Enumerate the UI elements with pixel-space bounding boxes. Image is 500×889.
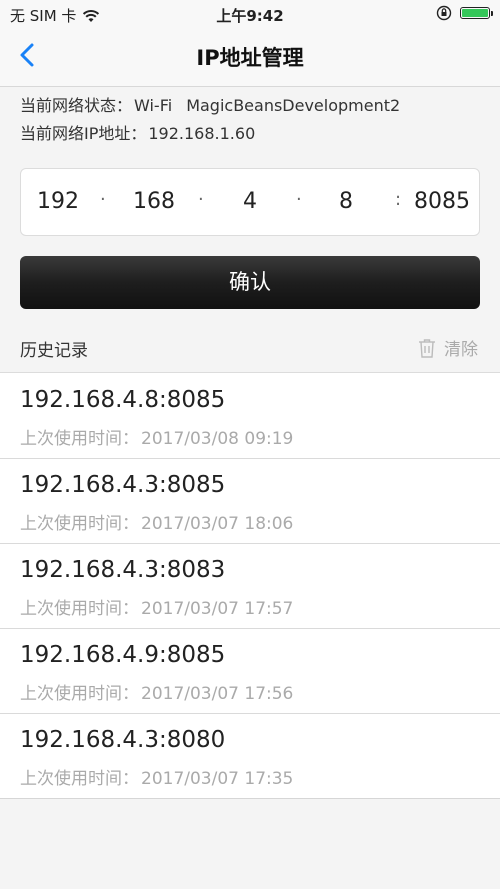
last-used-label: 上次使用时间： <box>20 684 139 704</box>
last-used-value: 2017/03/07 17:57 <box>141 599 294 619</box>
port-field[interactable]: 8085 <box>407 189 477 214</box>
battery-icon <box>460 7 493 19</box>
last-used-value: 2017/03/08 09:19 <box>141 429 294 449</box>
network-ip-row: 当前网络IP地址： 192.168.1.60 <box>20 120 400 148</box>
last-used-value: 2017/03/07 17:56 <box>141 684 294 704</box>
network-status-label: 当前网络状态： <box>20 96 133 115</box>
history-item[interactable]: 192.168.4.3:8080 上次使用时间： 2017/03/07 17:35 <box>0 713 500 798</box>
history-item-address: 192.168.4.3:8083 <box>20 557 226 583</box>
history-item-address: 192.168.4.3:8080 <box>20 727 226 753</box>
history-list: 192.168.4.8:8085 上次使用时间： 2017/03/08 09:19… <box>0 373 500 799</box>
network-ssid: MagicBeansDevelopment2 <box>186 96 401 115</box>
ip-separator: · <box>296 189 302 210</box>
history-item[interactable]: 192.168.4.3:8083 上次使用时间： 2017/03/07 17:57 <box>0 543 500 628</box>
history-item-time: 上次使用时间： 2017/03/07 17:57 <box>20 594 293 619</box>
battery-fill <box>462 9 488 17</box>
ip-octet-1-field[interactable]: 192 <box>23 189 93 214</box>
last-used-label: 上次使用时间： <box>20 514 139 534</box>
last-used-label: 上次使用时间： <box>20 599 139 619</box>
ip-octet-4-field[interactable]: 8 <box>311 189 381 214</box>
last-used-value: 2017/03/07 18:06 <box>141 514 294 534</box>
last-used-label: 上次使用时间： <box>20 769 139 789</box>
history-item-time: 上次使用时间： 2017/03/07 17:35 <box>20 764 293 789</box>
history-item[interactable]: 192.168.4.8:8085 上次使用时间： 2017/03/08 09:19 <box>0 373 500 458</box>
port-separator: : <box>395 189 402 210</box>
history-item-address: 192.168.4.9:8085 <box>20 642 226 668</box>
ip-octet-2-field[interactable]: 168 <box>119 189 189 214</box>
status-time: 上午9:42 <box>216 7 284 25</box>
trash-icon <box>419 338 435 358</box>
history-item[interactable]: 192.168.4.9:8085 上次使用时间： 2017/03/07 17:56 <box>0 628 500 713</box>
last-used-value: 2017/03/07 17:35 <box>141 769 294 789</box>
network-info: 当前网络状态： Wi-Fi MagicBeansDevelopment2 当前网络I… <box>20 92 400 148</box>
status-bar: 无 SIM 卡 上午9:42 <box>0 0 500 28</box>
ip-separator: · <box>198 189 204 210</box>
clear-history-button[interactable]: 清除 <box>418 335 478 360</box>
confirm-button[interactable]: 确认 <box>20 256 480 309</box>
network-ip-label: 当前网络IP地址： <box>20 124 147 143</box>
history-item-time: 上次使用时间： 2017/03/07 17:56 <box>20 679 293 704</box>
history-item-address: 192.168.4.8:8085 <box>20 387 226 413</box>
history-header: 历史记录 清除 <box>0 322 500 373</box>
history-item-time: 上次使用时间： 2017/03/08 09:19 <box>20 424 293 449</box>
ip-address-input: 192 · 168 · 4 · 8 : 8085 <box>20 168 480 236</box>
network-ip-value: 192.168.1.60 <box>148 124 256 143</box>
ip-octet-3-field[interactable]: 4 <box>215 189 285 214</box>
network-status-row: 当前网络状态： Wi-Fi MagicBeansDevelopment2 <box>20 92 400 120</box>
clear-history-label: 清除 <box>444 340 478 360</box>
last-used-label: 上次使用时间： <box>20 429 139 449</box>
navigation-bar: IP地址管理 <box>0 28 500 87</box>
status-right <box>436 5 493 21</box>
ip-separator: · <box>100 189 106 210</box>
history-item[interactable]: 192.168.4.3:8085 上次使用时间： 2017/03/07 18:06 <box>0 458 500 543</box>
page-title: IP地址管理 <box>196 46 304 70</box>
history-item-time: 上次使用时间： 2017/03/07 18:06 <box>20 509 293 534</box>
orientation-lock-icon <box>436 5 452 21</box>
history-title: 历史记录 <box>20 341 88 361</box>
history-item-address: 192.168.4.3:8085 <box>20 472 226 498</box>
network-status-value: Wi-Fi <box>134 96 173 115</box>
